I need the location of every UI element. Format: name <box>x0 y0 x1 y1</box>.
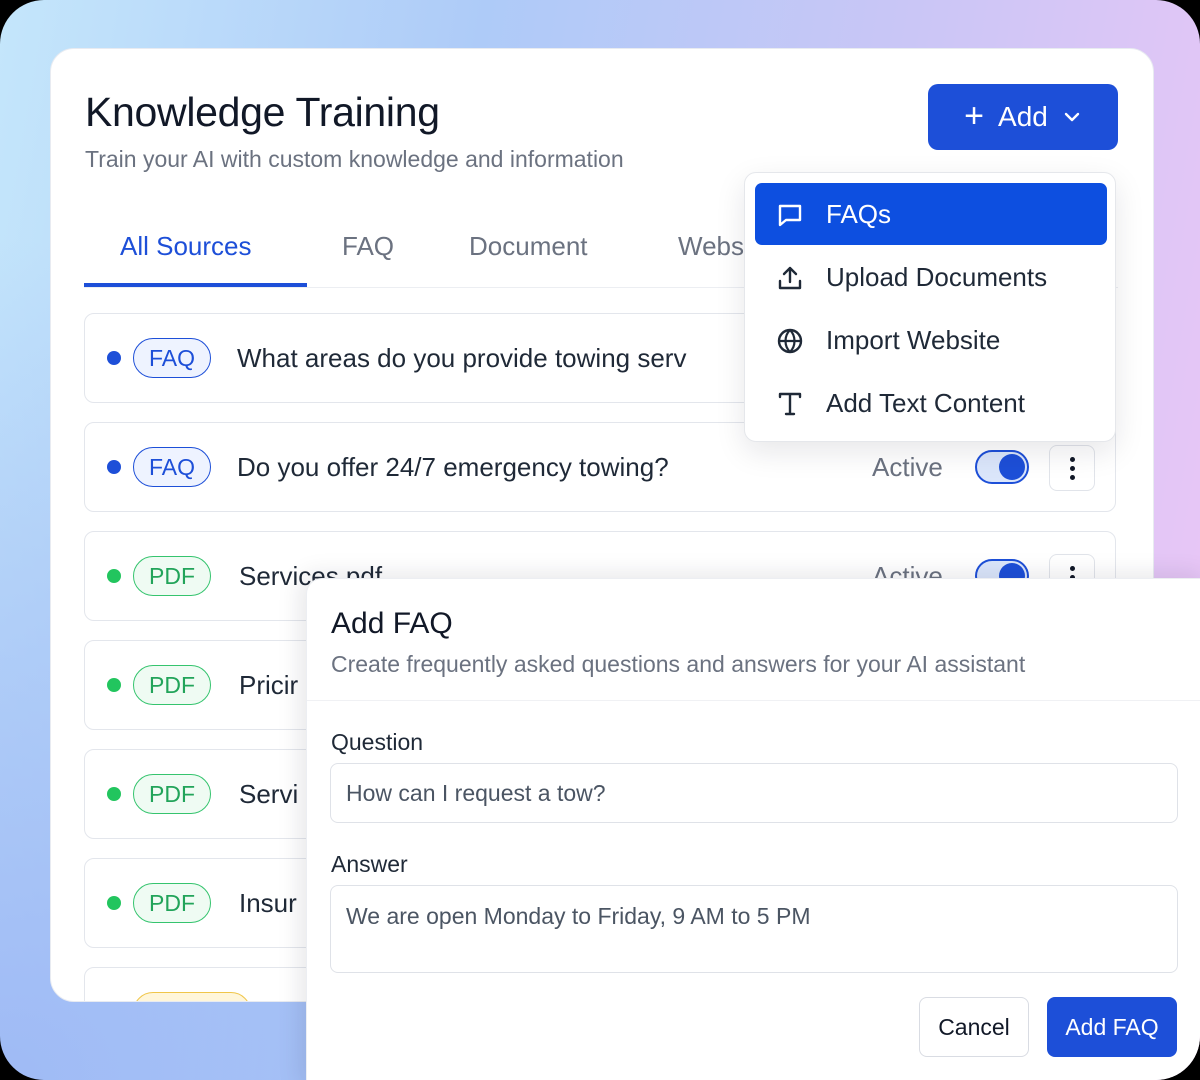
upload-icon <box>778 266 802 290</box>
source-type-badge <box>133 992 251 1001</box>
source-title: What areas do you provide towing serv <box>237 343 687 373</box>
menu-item-label: Upload Documents <box>826 261 1048 292</box>
background-frame: Knowledge Training Train your AI with cu… <box>0 0 1200 1080</box>
text-type-icon <box>778 392 802 416</box>
menu-item-add-text-content[interactable]: Add Text Content <box>755 372 1107 434</box>
menu-item-import-website[interactable]: Import Website <box>755 309 1107 371</box>
add-faq-button[interactable]: Add FAQ <box>1047 997 1177 1057</box>
active-toggle[interactable] <box>975 450 1029 484</box>
source-dot <box>107 351 121 365</box>
source-type-badge: FAQ <box>133 338 212 378</box>
status-label: Active <box>872 452 943 482</box>
source-title: Do you offer 24/7 emergency towing? <box>237 452 669 482</box>
add-dropdown-menu: FAQs Upload Documents Import Website Add… <box>744 172 1116 442</box>
tab-faq[interactable]: FAQ <box>342 231 394 262</box>
source-dot <box>107 896 121 910</box>
toggle-knob <box>999 454 1025 480</box>
menu-item-label: FAQs <box>826 198 892 229</box>
add-button-label: Add <box>998 101 1048 132</box>
menu-item-label: Import Website <box>826 324 1001 355</box>
message-square-icon <box>778 204 802 227</box>
source-dot <box>107 678 121 692</box>
source-title: Servi <box>239 779 299 809</box>
dialog-title: Add FAQ <box>331 607 453 640</box>
page-title: Knowledge Training <box>85 89 440 135</box>
chevron-down-icon <box>1064 112 1080 122</box>
source-type-badge: PDF <box>133 665 211 705</box>
tab-all-sources[interactable]: All Sources <box>120 231 252 262</box>
page-subtitle: Train your AI with custom knowledge and … <box>85 146 624 172</box>
more-options-button[interactable] <box>1049 445 1095 491</box>
add-button[interactable]: + Add <box>928 84 1118 150</box>
dialog-subtitle: Create frequently asked questions and an… <box>331 651 1026 677</box>
source-type-badge: PDF <box>133 556 211 596</box>
active-tab-indicator <box>84 283 307 287</box>
tab-document[interactable]: Document <box>469 231 588 262</box>
source-type-badge: FAQ <box>133 447 212 487</box>
answer-textarea[interactable]: We are open Monday to Friday, 9 AM to 5 … <box>330 885 1178 973</box>
source-type-badge: PDF <box>133 883 211 923</box>
source-dot <box>107 460 121 474</box>
source-dot <box>107 569 121 583</box>
source-dot <box>107 787 121 801</box>
dot-icon <box>1069 456 1075 462</box>
question-input[interactable]: How can I request a tow? <box>330 763 1178 823</box>
dot-icon <box>1069 465 1075 471</box>
add-faq-dialog: Add FAQ Create frequently asked question… <box>306 578 1200 1080</box>
dot-icon <box>1069 565 1075 571</box>
answer-label: Answer <box>331 851 408 877</box>
source-title: Insur <box>239 888 297 918</box>
plus-icon: + <box>964 96 985 135</box>
source-type-badge: PDF <box>133 774 211 814</box>
menu-item-label: Add Text Content <box>826 387 1025 418</box>
dot-icon <box>1069 474 1075 480</box>
source-title: Pricir <box>239 670 299 700</box>
question-label: Question <box>331 729 424 755</box>
globe-icon <box>777 328 803 354</box>
menu-item-upload-documents[interactable]: Upload Documents <box>755 246 1107 308</box>
menu-item-faqs[interactable]: FAQs <box>755 183 1107 245</box>
cancel-button[interactable]: Cancel <box>919 997 1029 1057</box>
tab-website[interactable]: Webs <box>678 231 744 262</box>
dialog-divider <box>307 700 1200 701</box>
